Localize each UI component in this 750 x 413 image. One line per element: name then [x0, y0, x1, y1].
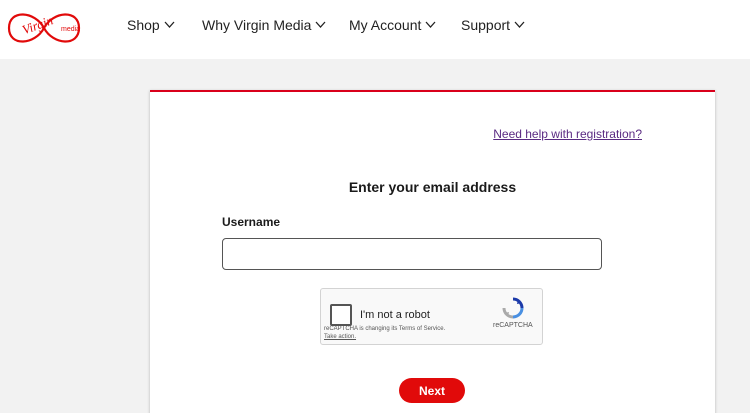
username-input[interactable]: [222, 238, 602, 270]
top-navigation-bar: Virgin media Shop Why Virgin Media My Ac…: [0, 0, 750, 59]
registration-help-link[interactable]: Need help with registration?: [493, 127, 642, 141]
recaptcha-brand: reCAPTCHA: [493, 322, 533, 329]
form-title: Enter your email address: [348, 179, 517, 195]
recaptcha-take-action-link[interactable]: Take action.: [324, 334, 356, 340]
nav-support-label: Support: [461, 17, 511, 33]
recaptcha-checkbox-label: I'm not a robot: [360, 309, 430, 321]
username-label: Username: [222, 215, 281, 229]
nav-my-account[interactable]: My Account: [349, 17, 436, 33]
nav-my-account-label: My Account: [349, 17, 422, 33]
nav-shop[interactable]: Shop: [127, 17, 175, 33]
svg-text:Virgin: Virgin: [20, 12, 55, 37]
chevron-down-icon: [315, 21, 326, 28]
nav-why-virgin-media[interactable]: Why Virgin Media: [202, 17, 326, 33]
nav-support[interactable]: Support: [461, 17, 525, 33]
recaptcha-icon: [502, 297, 524, 319]
recaptcha-checkbox[interactable]: [330, 304, 352, 326]
registration-card: Need help with registration? Enter your …: [150, 90, 715, 413]
recaptcha-notice: reCAPTCHA is changing its Terms of Servi…: [324, 326, 446, 332]
virgin-media-logo[interactable]: Virgin media: [3, 3, 85, 53]
nav-shop-label: Shop: [127, 17, 160, 33]
svg-text:media: media: [61, 26, 80, 33]
nav-why-virgin-media-label: Why Virgin Media: [202, 17, 312, 33]
recaptcha-widget: I'm not a robot reCAPTCHA reCAPTCHA is c…: [320, 288, 543, 345]
chevron-down-icon: [164, 21, 175, 28]
chevron-down-icon: [514, 21, 525, 28]
next-button[interactable]: Next: [399, 378, 465, 403]
chevron-down-icon: [425, 21, 436, 28]
